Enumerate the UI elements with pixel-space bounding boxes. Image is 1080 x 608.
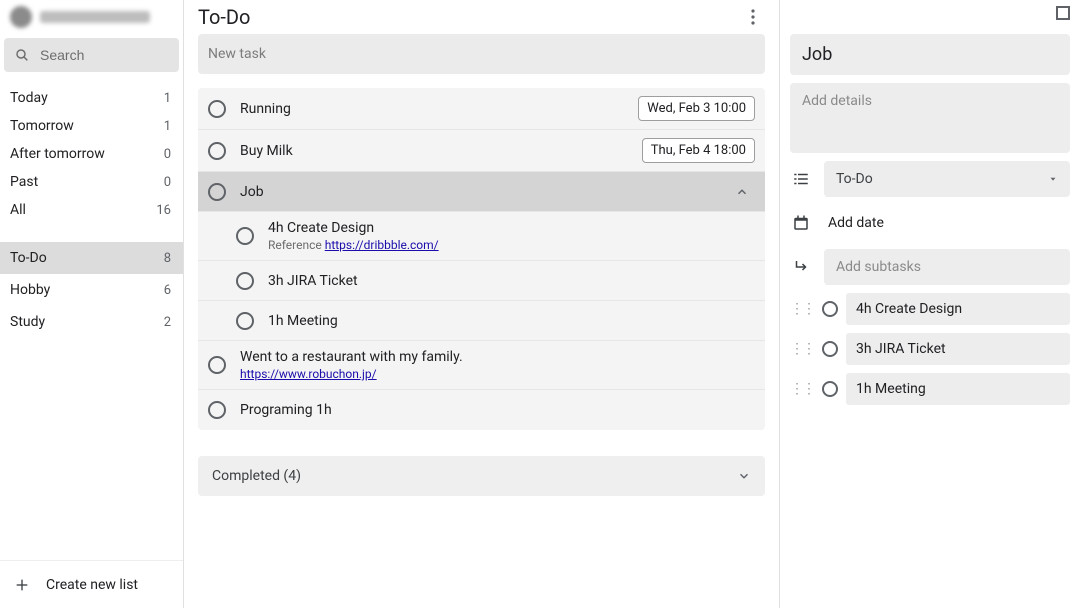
task-link[interactable]: https://dribbble.com/ <box>325 238 439 252</box>
detail-title-input[interactable]: Job <box>790 34 1070 75</box>
create-new-list-label: Create new list <box>46 577 138 593</box>
task-title: Buy Milk <box>240 143 628 159</box>
task-row[interactable]: Went to a restaurant with my family. htt… <box>198 341 765 390</box>
chevron-down-icon <box>737 469 751 483</box>
drag-handle-icon[interactable]: ⋮⋮ <box>790 341 814 357</box>
completed-section-toggle[interactable]: Completed (4) <box>198 456 765 496</box>
checkbox-circle-icon[interactable] <box>236 312 254 330</box>
filter-tomorrow[interactable]: Tomorrow1 <box>0 112 183 140</box>
detail-subtask-row[interactable]: ⋮⋮ 1h Meeting <box>790 373 1070 405</box>
add-subtasks-input[interactable]: Add subtasks <box>824 249 1070 285</box>
more-options-button[interactable] <box>741 5 765 29</box>
task-title: 1h Meeting <box>268 313 755 329</box>
details-panel: Job Add details To-Do Add date Add subta… <box>780 0 1080 608</box>
detail-description-input[interactable]: Add details <box>790 83 1070 153</box>
new-task-placeholder: New task <box>208 46 266 62</box>
completed-label: Completed (4) <box>212 468 301 484</box>
task-link[interactable]: https://www.robuchon.jp/ <box>240 367 755 381</box>
detail-subtask-row[interactable]: ⋮⋮ 3h JIRA Ticket <box>790 333 1070 365</box>
avatar <box>10 6 32 28</box>
list-hobby[interactable]: Hobby6 <box>0 274 183 306</box>
filter-after-tomorrow[interactable]: After tomorrow0 <box>0 140 183 168</box>
new-task-input[interactable]: New task <box>198 34 765 74</box>
chevron-up-icon[interactable] <box>735 185 755 199</box>
filter-today[interactable]: Today1 <box>0 84 183 112</box>
checkbox-circle-icon[interactable] <box>822 301 838 317</box>
task-date-chip[interactable]: Wed, Feb 3 10:00 <box>638 96 755 121</box>
task-row[interactable]: Buy Milk Thu, Feb 4 18:00 <box>198 130 765 172</box>
profile-name-placeholder <box>40 11 150 23</box>
detail-subtask-label[interactable]: 4h Create Design <box>846 293 1070 325</box>
dropdown-caret-icon <box>1048 174 1058 184</box>
task-row-subtask[interactable]: 3h JIRA Ticket <box>198 261 765 301</box>
popout-icon[interactable] <box>1056 6 1070 20</box>
checkbox-circle-icon[interactable] <box>208 183 226 201</box>
search-icon <box>14 47 30 63</box>
checkbox-circle-icon[interactable] <box>208 142 226 160</box>
list-todo[interactable]: To-Do8 <box>0 242 183 274</box>
detail-subtask-label[interactable]: 1h Meeting <box>846 373 1070 405</box>
drag-handle-icon[interactable]: ⋮⋮ <box>790 381 814 397</box>
create-new-list-button[interactable]: Create new list <box>0 560 183 608</box>
filter-all[interactable]: All16 <box>0 196 183 224</box>
main-panel: To-Do New task Running Wed, Feb 3 10:00 … <box>184 0 780 608</box>
checkbox-circle-icon[interactable] <box>822 341 838 357</box>
task-date-chip[interactable]: Thu, Feb 4 18:00 <box>642 138 755 163</box>
more-vertical-icon <box>751 9 755 25</box>
profile-row[interactable] <box>0 0 183 34</box>
page-title: To-Do <box>198 5 250 29</box>
sidebar: Today1 Tomorrow1 After tomorrow0 Past0 A… <box>0 0 184 608</box>
detail-list-select[interactable]: To-Do <box>824 161 1070 197</box>
drag-handle-icon[interactable]: ⋮⋮ <box>790 301 814 317</box>
list-icon <box>790 170 812 188</box>
task-title: 4h Create Design <box>268 220 755 236</box>
plus-icon <box>14 577 30 593</box>
checkbox-circle-icon[interactable] <box>236 227 254 245</box>
calendar-icon <box>790 214 812 232</box>
task-title: Programing 1h <box>240 402 755 418</box>
task-title: Running <box>240 101 624 117</box>
task-title: Went to a restaurant with my family. <box>240 349 755 365</box>
task-title: 3h JIRA Ticket <box>268 273 755 289</box>
detail-subtask-row[interactable]: ⋮⋮ 4h Create Design <box>790 293 1070 325</box>
search-box[interactable] <box>4 38 179 72</box>
task-note: Reference https://dribbble.com/ <box>268 238 755 252</box>
detail-list-value: To-Do <box>836 171 873 187</box>
task-title: Job <box>240 184 721 200</box>
checkbox-circle-icon[interactable] <box>208 356 226 374</box>
task-row[interactable]: Programing 1h <box>198 390 765 430</box>
checkbox-circle-icon[interactable] <box>236 272 254 290</box>
task-row[interactable]: Running Wed, Feb 3 10:00 <box>198 88 765 130</box>
task-lists: To-Do8 Hobby6 Study2 <box>0 228 183 338</box>
checkbox-circle-icon[interactable] <box>822 381 838 397</box>
checkbox-circle-icon[interactable] <box>208 100 226 118</box>
add-date-button[interactable]: Add date <box>824 205 1070 241</box>
task-list: Running Wed, Feb 3 10:00 Buy Milk Thu, F… <box>198 88 765 430</box>
search-input[interactable] <box>40 47 169 63</box>
filter-list: Today1 Tomorrow1 After tomorrow0 Past0 A… <box>0 80 183 228</box>
task-row-selected[interactable]: Job <box>198 172 765 212</box>
checkbox-circle-icon[interactable] <box>208 401 226 419</box>
task-row-subtask[interactable]: 4h Create Design Reference https://dribb… <box>198 212 765 261</box>
subtask-arrow-icon <box>790 258 812 276</box>
detail-subtask-label[interactable]: 3h JIRA Ticket <box>846 333 1070 365</box>
list-study[interactable]: Study2 <box>0 306 183 338</box>
task-row-subtask[interactable]: 1h Meeting <box>198 301 765 341</box>
filter-past[interactable]: Past0 <box>0 168 183 196</box>
